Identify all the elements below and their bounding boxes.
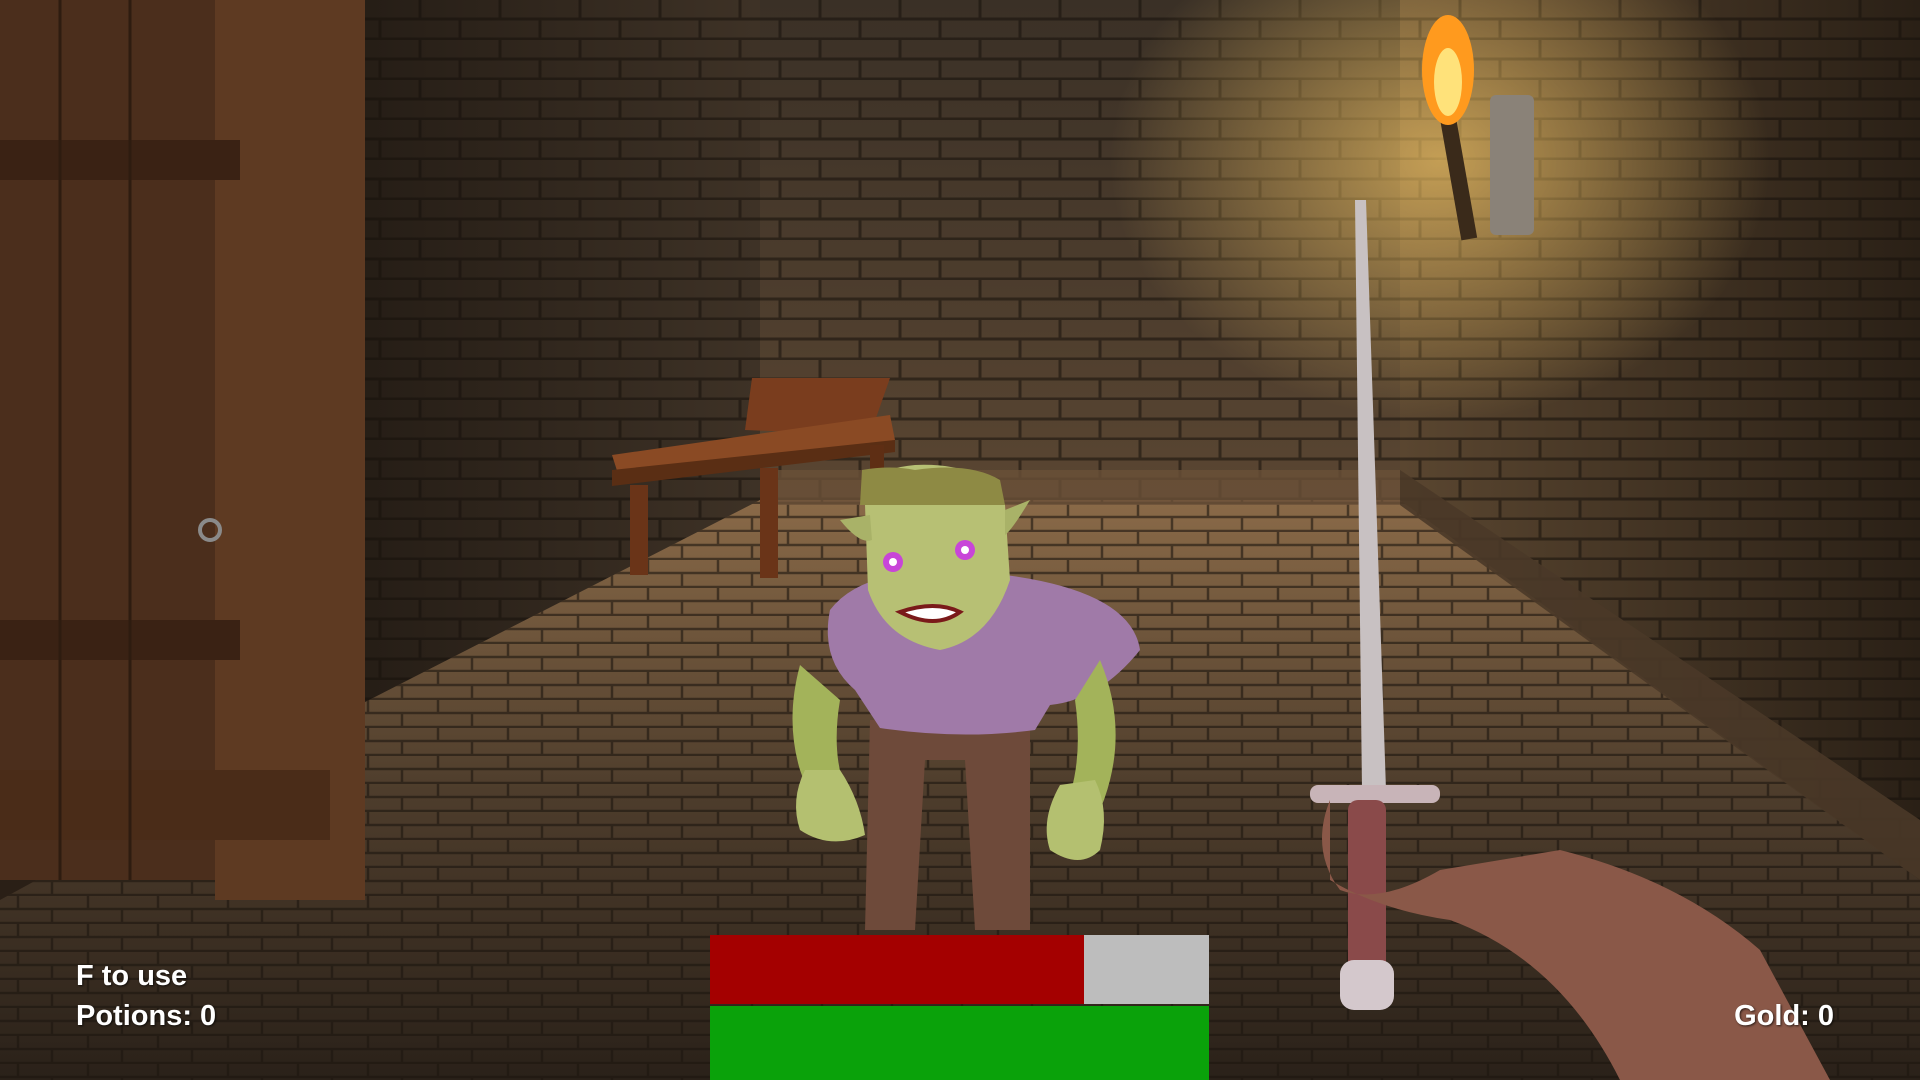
wooden-door[interactable]	[0, 0, 365, 900]
potion-counter: Potions: 0	[76, 1000, 217, 1032]
interact-hint: F to use	[76, 960, 188, 992]
stamina-bar	[710, 1006, 1209, 1080]
game-viewport[interactable]	[0, 0, 1920, 1080]
health-bar-fill	[710, 935, 1085, 1004]
gold-counter: Gold: 0	[1734, 1000, 1834, 1032]
stamina-bar-fill	[710, 1006, 1209, 1080]
health-bar	[710, 935, 1209, 1004]
